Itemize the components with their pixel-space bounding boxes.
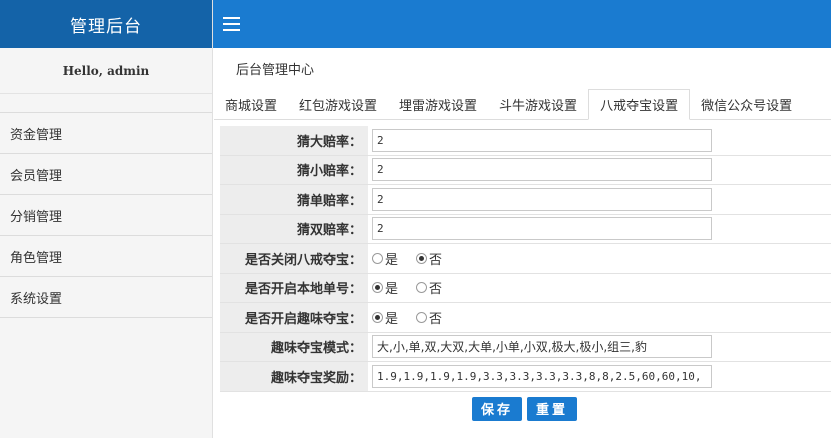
radio-checked-icon — [372, 311, 383, 323]
sidebar-item-members[interactable]: 会员管理 — [0, 154, 212, 195]
local-order-no-radio[interactable]: 否 — [416, 278, 442, 297]
form-row-fun-mode: 趣味夺宝模式： 大,小,单,双,大双,大单,小单,小双,极大,极小,组三,豹 — [220, 332, 831, 362]
radio-checked-icon — [372, 282, 383, 294]
hamburger-icon[interactable] — [223, 17, 240, 31]
guess-even-input[interactable]: 2 — [372, 217, 712, 241]
fun-treasure-label: 是否开启趣味夺宝： — [220, 303, 368, 332]
tab-bajie-treasure-settings[interactable]: 八戒夺宝设置 — [588, 89, 691, 120]
radio-checked-icon — [416, 252, 428, 264]
radio-label: 否 — [429, 282, 443, 298]
guess-odd-input[interactable]: 2 — [372, 187, 712, 211]
fun-treasure-yes-radio[interactable]: 是 — [372, 308, 398, 327]
form-row-close-bajie: 是否关闭八戒夺宝： 是 否 — [220, 244, 831, 274]
sidebar-item-funds[interactable]: 资金管理 — [0, 113, 212, 154]
guess-odd-label: 猜单赔率： — [220, 185, 368, 214]
guess-even-label: 猜双赔率： — [220, 214, 368, 243]
fun-mode-input[interactable]: 大,小,单,双,大双,大单,小单,小双,极大,极小,组三,豹 — [372, 335, 712, 359]
tab-wechat-settings[interactable]: 微信公众号设置 — [690, 89, 803, 119]
form-row-guess-small: 猜小赔率： 2 — [220, 155, 831, 185]
breadcrumb: 后台管理中心 — [236, 62, 315, 78]
fun-reward-input[interactable]: 1.9,1.9,1.9,1.9,3.3,3.3,3.3,3.3,8,8,2.5,… — [372, 364, 712, 388]
guess-small-input[interactable]: 2 — [372, 158, 712, 182]
sidebar: 管理后台 Hello, admin 资金管理 会员管理 分销管理 角色管理 系统… — [0, 0, 213, 438]
radio-unchecked-icon — [372, 252, 383, 264]
form-row-fun-treasure: 是否开启趣味夺宝： 是 否 — [220, 303, 831, 333]
settings-tabs: 商城设置 红包游戏设置 埋雷游戏设置 斗牛游戏设置 八戒夺宝设置 微信公众号设置 — [214, 89, 831, 120]
tab-red-packet-settings[interactable]: 红包游戏设置 — [288, 89, 388, 119]
tab-mall-settings[interactable]: 商城设置 — [214, 89, 288, 119]
form-row-local-order: 是否开启本地单号： 是 否 — [220, 273, 831, 303]
brand-title: 管理后台 — [0, 0, 212, 48]
radio-label: 是 — [385, 311, 399, 327]
sidebar-item-system-settings[interactable]: 系统设置 — [0, 277, 212, 318]
form-row-fun-reward: 趣味夺宝奖励： 1.9,1.9,1.9,1.9,3.3,3.3,3.3,3.3,… — [220, 362, 831, 392]
form-row-guess-odd: 猜单赔率： 2 — [220, 185, 831, 215]
radio-unchecked-icon — [416, 311, 428, 323]
local-order-yes-radio[interactable]: 是 — [372, 278, 398, 297]
local-order-label: 是否开启本地单号： — [220, 273, 368, 302]
fun-reward-label: 趣味夺宝奖励： — [220, 362, 368, 391]
sidebar-menu: 资金管理 会员管理 分销管理 角色管理 系统设置 — [0, 112, 212, 318]
guess-small-label: 猜小赔率： — [220, 155, 368, 184]
guess-big-input[interactable]: 2 — [372, 128, 712, 152]
close-bajie-label: 是否关闭八戒夺宝： — [220, 244, 368, 273]
greeting-text: Hello, admin — [0, 48, 212, 94]
fun-treasure-no-radio[interactable]: 否 — [416, 308, 442, 327]
radio-label: 否 — [429, 311, 443, 327]
radio-unchecked-icon — [416, 282, 428, 294]
reset-button[interactable]: 重置 — [527, 396, 578, 421]
radio-label: 否 — [429, 252, 443, 268]
main-content: 后台管理中心 商城设置 红包游戏设置 埋雷游戏设置 斗牛游戏设置 八戒夺宝设置 … — [214, 48, 831, 438]
form-row-guess-big: 猜大赔率： 2 — [220, 126, 831, 156]
radio-label: 是 — [385, 252, 399, 268]
sidebar-item-distribution[interactable]: 分销管理 — [0, 195, 212, 236]
guess-big-label: 猜大赔率： — [220, 126, 368, 155]
tab-niuniu-settings[interactable]: 斗牛游戏设置 — [488, 89, 588, 119]
form-actions: 保存 重置 — [220, 392, 831, 426]
fun-mode-label: 趣味夺宝模式： — [220, 332, 368, 361]
settings-form: 猜大赔率： 2 猜小赔率： 2 猜单赔率： 2 猜双赔率： 2 是否关闭八戒夺宝… — [220, 126, 831, 426]
sidebar-item-roles[interactable]: 角色管理 — [0, 236, 212, 277]
close-bajie-yes-radio[interactable]: 是 — [372, 249, 398, 268]
top-bar — [213, 0, 831, 48]
close-bajie-no-radio[interactable]: 否 — [416, 249, 442, 268]
save-button[interactable]: 保存 — [472, 396, 523, 421]
tab-mine-game-settings[interactable]: 埋雷游戏设置 — [388, 89, 488, 119]
form-row-guess-even: 猜双赔率： 2 — [220, 214, 831, 244]
radio-label: 是 — [385, 282, 399, 298]
